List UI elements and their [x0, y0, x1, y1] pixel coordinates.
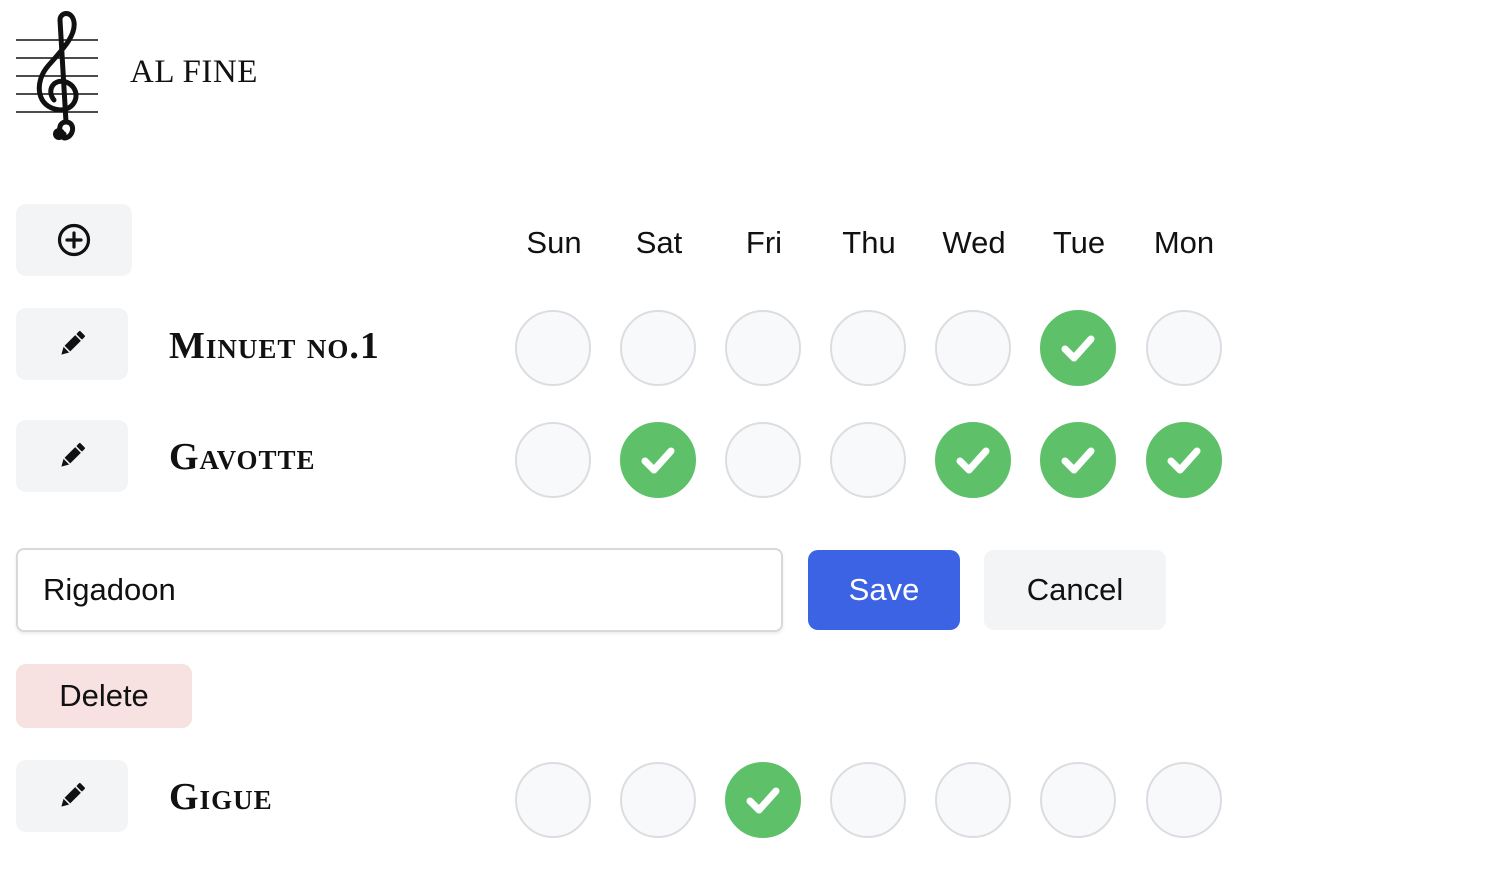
pencil-icon: [61, 782, 86, 807]
day-toggle-tue[interactable]: [1040, 422, 1116, 498]
day-toggle-thu[interactable]: [830, 310, 906, 386]
day-toggle-wed[interactable]: [935, 762, 1011, 838]
day-toggle-fri[interactable]: [725, 762, 801, 838]
day-toggle-tue[interactable]: [1040, 762, 1116, 838]
habit-name: Gigue: [169, 776, 273, 818]
day-header-tue: Tue: [1052, 225, 1106, 260]
day-toggle-sun[interactable]: [515, 310, 591, 386]
day-toggle-fri[interactable]: [725, 310, 801, 386]
cancel-button[interactable]: Cancel: [984, 550, 1166, 630]
day-toggle-sat[interactable]: [620, 762, 696, 838]
day-toggle-mon[interactable]: [1146, 762, 1222, 838]
day-header-mon: Mon: [1153, 225, 1215, 260]
habit-name-input[interactable]: [16, 548, 783, 632]
day-toggle-wed[interactable]: [935, 310, 1011, 386]
day-header-sat: Sat: [635, 225, 683, 260]
day-toggle-wed[interactable]: [935, 422, 1011, 498]
day-header-fri: Fri: [745, 225, 783, 260]
day-toggle-sun[interactable]: [515, 422, 591, 498]
check-icon: [956, 447, 990, 474]
check-icon: [746, 787, 780, 814]
edit-habit-button[interactable]: [16, 420, 128, 492]
pencil-icon: [61, 442, 86, 467]
pencil-icon: [61, 330, 86, 355]
day-toggle-sat[interactable]: [620, 422, 696, 498]
day-toggle-mon[interactable]: [1146, 310, 1222, 386]
day-toggle-fri[interactable]: [725, 422, 801, 498]
save-button[interactable]: Save: [808, 550, 960, 630]
day-toggle-sun[interactable]: [515, 762, 591, 838]
day-toggle-thu[interactable]: [830, 422, 906, 498]
add-habit-button[interactable]: [16, 204, 132, 276]
habit-name: Minuet no.1: [169, 325, 380, 367]
day-toggle-mon[interactable]: [1146, 422, 1222, 498]
treble-clef-icon: [16, 11, 98, 141]
day-toggle-sat[interactable]: [620, 310, 696, 386]
check-icon: [641, 447, 675, 474]
edit-habit-button[interactable]: [16, 760, 128, 832]
habit-name: Gavotte: [169, 436, 316, 478]
edit-habit-button[interactable]: [16, 308, 128, 380]
app-title: AL FINE: [130, 54, 258, 90]
day-toggle-thu[interactable]: [830, 762, 906, 838]
check-icon: [1061, 447, 1095, 474]
check-icon: [1061, 335, 1095, 362]
delete-button[interactable]: Delete: [16, 664, 192, 728]
check-icon: [1167, 447, 1201, 474]
day-header-thu: Thu: [842, 225, 896, 260]
day-header-sun: Sun: [526, 225, 582, 260]
plus-circle-icon: [57, 223, 91, 257]
day-header-wed: Wed: [942, 225, 1006, 260]
day-toggle-tue[interactable]: [1040, 310, 1116, 386]
